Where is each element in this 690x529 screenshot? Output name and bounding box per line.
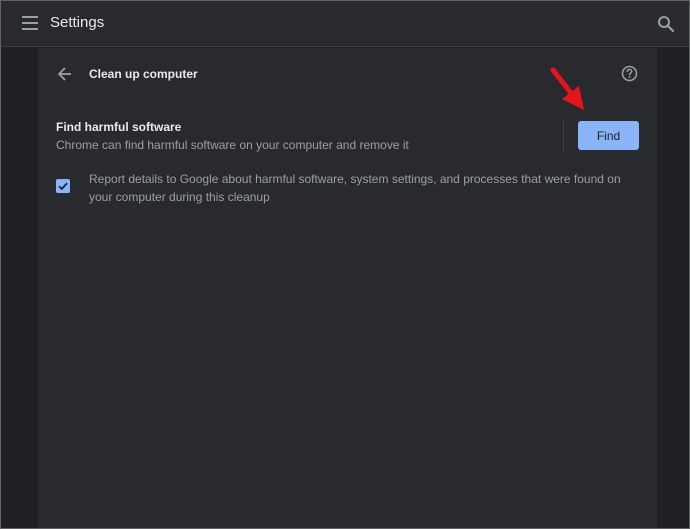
report-checkbox-label: Report details to Google about harmful s… xyxy=(89,172,621,204)
left-gutter xyxy=(1,48,38,528)
search-icon[interactable] xyxy=(657,15,675,33)
report-checkbox[interactable] xyxy=(56,179,70,193)
section-title: Find harmful software xyxy=(56,120,182,134)
find-button[interactable]: Find xyxy=(578,121,639,150)
red-arrow-annotation-icon xyxy=(548,66,588,114)
right-gutter xyxy=(657,48,689,528)
hamburger-menu-icon[interactable] xyxy=(22,16,38,30)
checkmark-icon xyxy=(58,182,68,191)
page-title: Clean up computer xyxy=(89,67,198,81)
vertical-separator xyxy=(563,120,564,152)
top-toolbar: Settings xyxy=(1,1,689,47)
arrow-back-icon[interactable] xyxy=(57,66,73,82)
section-description: Chrome can find harmful software on your… xyxy=(56,138,409,152)
app-title: Settings xyxy=(50,14,105,31)
help-circle-icon[interactable] xyxy=(621,65,638,82)
